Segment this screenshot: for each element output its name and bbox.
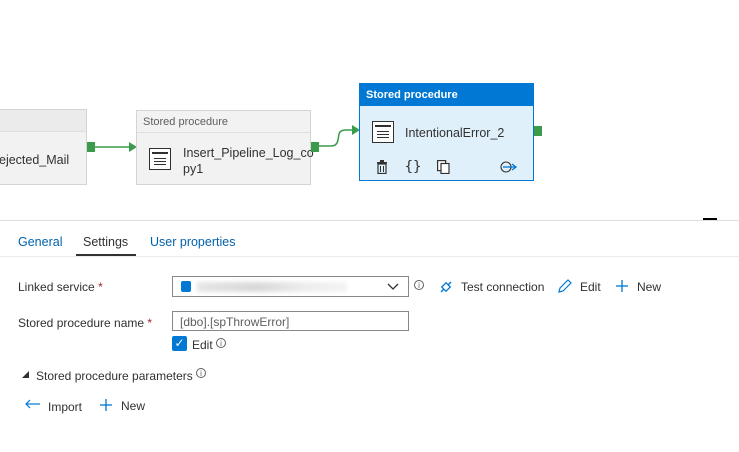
edit-checkbox[interactable]: ✓ bbox=[172, 336, 187, 351]
stored-procedure-name-input[interactable]: [dbo].[spThrowError] bbox=[172, 311, 409, 331]
edit-linked-service-button[interactable]: Edit bbox=[580, 279, 601, 295]
node-title-line1: Insert_Pipeline_Log_co bbox=[183, 146, 314, 160]
edit-checkbox-label: Edit bbox=[192, 338, 213, 352]
stored-procedure-icon bbox=[149, 148, 171, 170]
connector-arrow bbox=[95, 142, 137, 152]
stored-procedure-parameters-heading: Stored procedure parameters bbox=[36, 369, 193, 383]
stored-procedure-icon bbox=[372, 121, 394, 143]
stored-procedure-name-label: Stored procedure name * bbox=[18, 316, 153, 330]
activity-node-intentional-error[interactable]: Stored procedure IntentionalError_2 {} bbox=[359, 83, 534, 181]
output-arrow-icon[interactable] bbox=[499, 160, 517, 176]
info-icon[interactable]: i bbox=[414, 280, 424, 290]
panel-divider bbox=[0, 220, 739, 221]
success-port[interactable] bbox=[87, 142, 95, 152]
node-header: Stored procedure bbox=[137, 111, 310, 133]
success-port[interactable] bbox=[311, 142, 319, 152]
plug-icon bbox=[440, 281, 452, 293]
activity-node-insert-pipeline-log[interactable]: Stored procedure Insert_Pipeline_Log_co … bbox=[136, 110, 314, 185]
node-title: ejected_Mail bbox=[0, 153, 70, 167]
test-connection-button[interactable]: Test connection bbox=[461, 279, 544, 295]
import-parameters-button[interactable]: Import bbox=[48, 399, 82, 415]
success-port[interactable] bbox=[534, 126, 542, 136]
info-icon[interactable]: i bbox=[216, 338, 226, 348]
copy-icon[interactable] bbox=[435, 160, 451, 177]
linked-service-value-redacted bbox=[197, 282, 347, 292]
new-linked-service-button[interactable]: New bbox=[637, 279, 661, 295]
node-title: IntentionalError_2 bbox=[405, 126, 505, 140]
stored-procedure-name-value: [dbo].[spThrowError] bbox=[180, 315, 290, 329]
plus-icon bbox=[616, 280, 628, 292]
braces-icon[interactable]: {} bbox=[404, 159, 422, 175]
node-title-line2: py1 bbox=[183, 162, 204, 176]
chevron-down-icon bbox=[387, 283, 399, 290]
linked-service-dropdown[interactable] bbox=[172, 276, 409, 297]
collapse-triangle-icon[interactable] bbox=[22, 371, 30, 379]
pipeline-canvas[interactable]: ejected_Mail Stored procedure Insert_Pip… bbox=[0, 0, 739, 220]
node-header: Stored procedure bbox=[360, 84, 533, 106]
database-icon bbox=[181, 281, 191, 292]
required-mark: * bbox=[98, 280, 103, 294]
info-icon[interactable]: i bbox=[196, 368, 206, 378]
required-mark: * bbox=[147, 316, 153, 330]
trash-icon[interactable] bbox=[374, 160, 390, 177]
import-arrow-icon bbox=[25, 399, 40, 409]
tab-user-properties[interactable]: User properties bbox=[150, 234, 235, 250]
tab-settings[interactable]: Settings bbox=[83, 234, 128, 250]
new-parameter-button[interactable]: New bbox=[121, 398, 145, 414]
tab-general[interactable]: General bbox=[18, 234, 62, 250]
node-header bbox=[0, 110, 86, 132]
connector-arrow bbox=[319, 125, 360, 147]
activity-node-send-rejected-mail[interactable]: ejected_Mail bbox=[0, 109, 87, 185]
plus-icon bbox=[100, 399, 112, 411]
tabs-baseline bbox=[0, 256, 739, 257]
pencil-icon bbox=[558, 279, 572, 293]
linked-service-label: Linked service * bbox=[18, 280, 103, 294]
